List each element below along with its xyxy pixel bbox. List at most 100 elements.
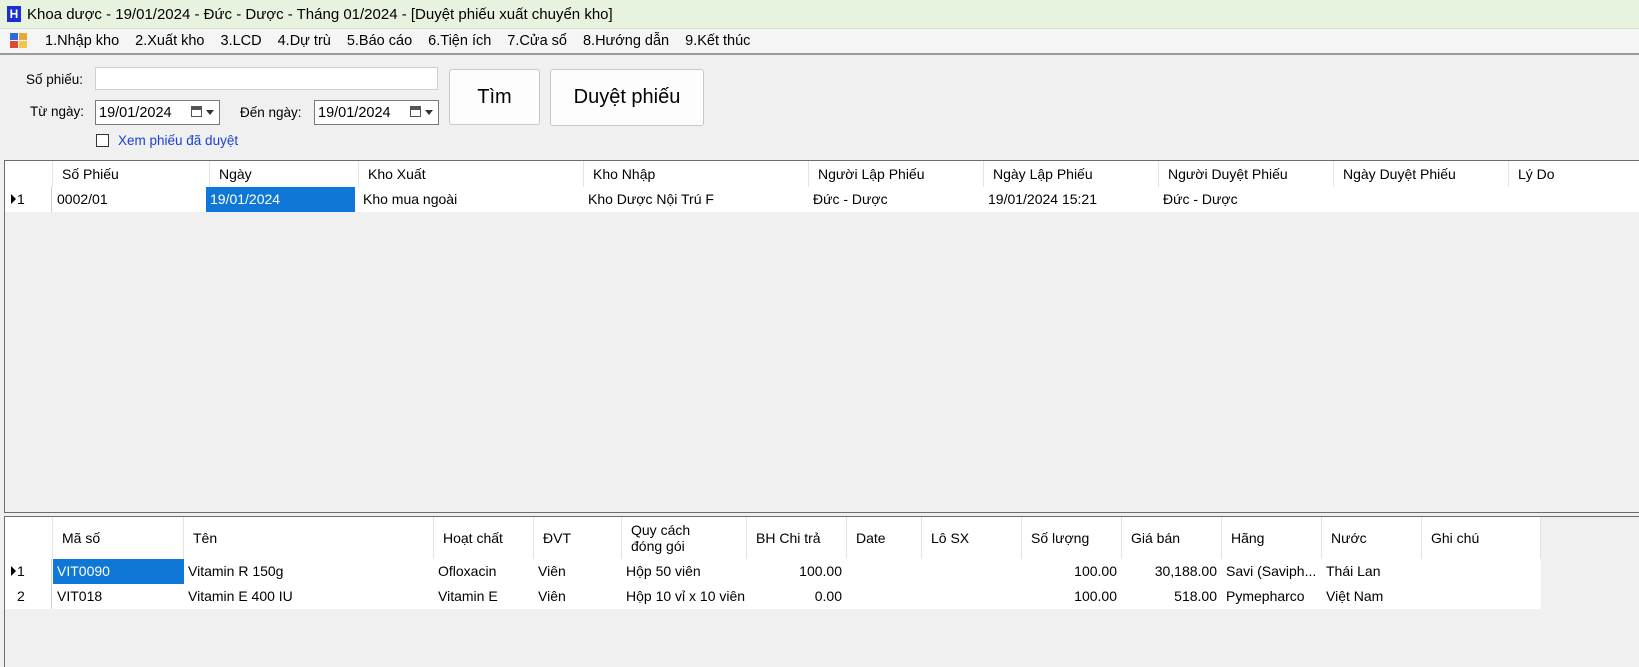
xem-phieu-da-duyet-checkbox[interactable]	[96, 134, 109, 147]
phieu-grid-header: Số Phiếu Ngày Kho Xuất Kho Nhập Người Lậ…	[5, 161, 1639, 187]
table-row[interactable]: 2 VIT018 Vitamin E 400 IU Vitamin E Viên…	[5, 584, 1541, 609]
den-ngay-datepicker[interactable]: 19/01/2024	[314, 100, 439, 125]
col-ten[interactable]: Tên	[184, 517, 434, 559]
menu-ket-thuc[interactable]: 9.Kết thúc	[677, 33, 758, 49]
menu-bar: 1.Nhập kho 2.Xuất kho 3.LCD 4.Dự trù 5.B…	[0, 29, 1639, 55]
window-menu-icon[interactable]	[10, 33, 28, 49]
cell-ngay[interactable]: 19/01/2024	[206, 187, 355, 212]
col-dvt[interactable]: ĐVT	[534, 517, 622, 559]
cell-ma-so[interactable]: VIT0090	[53, 559, 184, 584]
col-so-luong[interactable]: Số lượng	[1022, 517, 1122, 559]
phieu-grid[interactable]: Số Phiếu Ngày Kho Xuất Kho Nhập Người Lậ…	[4, 160, 1639, 513]
chevron-down-icon[interactable]	[425, 110, 433, 115]
col-nuoc[interactable]: Nước	[1322, 517, 1422, 559]
cell-hang[interactable]: Pymepharco	[1222, 584, 1322, 609]
cell-ly-do[interactable]	[1509, 187, 1639, 212]
cell-nguoi-duyet-phieu[interactable]: Đức - Dược	[1159, 187, 1334, 212]
cell-lo-sx[interactable]	[922, 559, 1022, 584]
chi-tiet-grid[interactable]: Mã số Tên Hoạt chất ĐVT Quy cách đóng gó…	[4, 516, 1639, 667]
cell-kho-nhap[interactable]: Kho Dược Nội Trú F	[584, 187, 809, 212]
table-row[interactable]: 1 0002/01 19/01/2024 Kho mua ngoài Kho D…	[5, 187, 1639, 212]
cell-so-luong[interactable]: 100.00	[1022, 559, 1122, 584]
col-gia-ban[interactable]: Giá bán	[1122, 517, 1222, 559]
col-ngay-lap-phieu[interactable]: Ngày Lập Phiếu	[984, 161, 1159, 187]
cell-nuoc[interactable]: Thái Lan	[1322, 559, 1422, 584]
cell-ghi-chu[interactable]	[1422, 559, 1541, 584]
den-ngay-label: Đến ngày:	[240, 105, 302, 120]
cell-hoat-chat[interactable]: Ofloxacin	[434, 559, 534, 584]
cell-gia-ban[interactable]: 518.00	[1122, 584, 1222, 609]
cell-hoat-chat[interactable]: Vitamin E	[434, 584, 534, 609]
col-quy-cach-dong-goi[interactable]: Quy cách đóng gói	[622, 517, 747, 559]
menu-du-tru[interactable]: 4.Dự trù	[270, 33, 339, 49]
cell-nuoc[interactable]: Việt Nam	[1322, 584, 1422, 609]
col-ghi-chu[interactable]: Ghi chú	[1422, 517, 1541, 559]
cell-bh-chi-tra[interactable]: 100.00	[747, 559, 847, 584]
cell-ten[interactable]: Vitamin E 400 IU	[184, 584, 434, 609]
cell-ghi-chu[interactable]	[1422, 584, 1541, 609]
current-row-icon	[11, 194, 16, 205]
table-row[interactable]: 1 VIT0090 Vitamin R 150g Ofloxacin Viên …	[5, 559, 1541, 584]
row-header-corner	[5, 161, 53, 187]
col-hang[interactable]: Hãng	[1222, 517, 1322, 559]
cell-quy-cach[interactable]: Hộp 50 viên	[622, 559, 747, 584]
chevron-down-icon[interactable]	[206, 110, 214, 115]
so-phieu-label: Số phiếu:	[26, 72, 84, 87]
cell-bh-chi-tra[interactable]: 0.00	[747, 584, 847, 609]
col-hoat-chat[interactable]: Hoạt chất	[434, 517, 534, 559]
menu-tien-ich[interactable]: 6.Tiện ích	[420, 33, 499, 49]
menu-lcd[interactable]: 3.LCD	[213, 33, 270, 49]
cell-kho-xuat[interactable]: Kho mua ngoài	[359, 187, 584, 212]
title-bar: H Khoa dược - 19/01/2024 - Đức - Dược - …	[0, 0, 1639, 29]
window-title: Khoa dược - 19/01/2024 - Đức - Dược - Th…	[27, 5, 613, 23]
cell-date[interactable]	[847, 559, 922, 584]
col-date[interactable]: Date	[847, 517, 922, 559]
cell-hang[interactable]: Savi (Saviph...	[1222, 559, 1322, 584]
calendar-icon[interactable]	[410, 106, 421, 117]
cell-quy-cach[interactable]: Hộp 10 vỉ x 10 viên	[622, 584, 747, 609]
cell-ma-so[interactable]: VIT018	[53, 584, 184, 609]
duyet-phieu-button[interactable]: Duyệt phiếu	[550, 69, 704, 126]
menu-bao-cao[interactable]: 5.Báo cáo	[339, 33, 420, 49]
col-ly-do[interactable]: Lý Do	[1509, 161, 1639, 187]
menu-nhap-kho[interactable]: 1.Nhập kho	[37, 33, 127, 49]
col-kho-nhap[interactable]: Kho Nhập	[584, 161, 809, 187]
so-phieu-input[interactable]	[95, 67, 438, 90]
col-bh-chi-tra[interactable]: BH Chi trả	[747, 517, 847, 559]
cell-dvt[interactable]: Viên	[534, 584, 622, 609]
cell-so-phieu[interactable]: 0002/01	[53, 187, 210, 212]
col-nguoi-lap-phieu[interactable]: Người Lập Phiếu	[809, 161, 984, 187]
menu-xuat-kho[interactable]: 2.Xuất kho	[127, 33, 212, 49]
cell-gia-ban[interactable]: 30,188.00	[1122, 559, 1222, 584]
row-header[interactable]: 1	[5, 187, 52, 212]
col-ngay[interactable]: Ngày	[210, 161, 359, 187]
menu-huong-dan[interactable]: 8.Hướng dẫn	[575, 33, 677, 49]
cell-date[interactable]	[847, 584, 922, 609]
current-row-icon	[11, 566, 16, 577]
menu-cua-so[interactable]: 7.Cửa sổ	[499, 33, 575, 49]
col-nguoi-duyet-phieu[interactable]: Người Duyệt Phiếu	[1159, 161, 1334, 187]
row-header[interactable]: 2	[5, 584, 52, 609]
cell-ten[interactable]: Vitamin R 150g	[184, 559, 434, 584]
cell-nguoi-lap-phieu[interactable]: Đức - Dược	[809, 187, 984, 212]
row-header-corner	[5, 517, 53, 559]
col-kho-xuat[interactable]: Kho Xuất	[359, 161, 584, 187]
col-lo-sx[interactable]: Lô SX	[922, 517, 1022, 559]
cell-ngay-duyet-phieu[interactable]	[1334, 187, 1509, 212]
tim-button[interactable]: Tìm	[449, 69, 540, 125]
tu-ngay-value: 19/01/2024	[99, 104, 172, 121]
col-ma-so[interactable]: Mã số	[53, 517, 184, 559]
xem-phieu-da-duyet-label[interactable]: Xem phiếu đã duyệt	[118, 133, 238, 148]
cell-dvt[interactable]: Viên	[534, 559, 622, 584]
app-logo-icon: H	[7, 6, 21, 22]
cell-lo-sx[interactable]	[922, 584, 1022, 609]
cell-so-luong[interactable]: 100.00	[1022, 584, 1122, 609]
tu-ngay-label: Từ ngày:	[30, 104, 85, 119]
col-ngay-duyet-phieu[interactable]: Ngày Duyệt Phiếu	[1334, 161, 1509, 187]
cell-ngay-lap-phieu[interactable]: 19/01/2024 15:21	[984, 187, 1159, 212]
tu-ngay-datepicker[interactable]: 19/01/2024	[95, 100, 220, 125]
calendar-icon[interactable]	[191, 106, 202, 117]
col-so-phieu[interactable]: Số Phiếu	[53, 161, 210, 187]
row-header[interactable]: 1	[5, 559, 52, 584]
den-ngay-value: 19/01/2024	[318, 104, 391, 121]
